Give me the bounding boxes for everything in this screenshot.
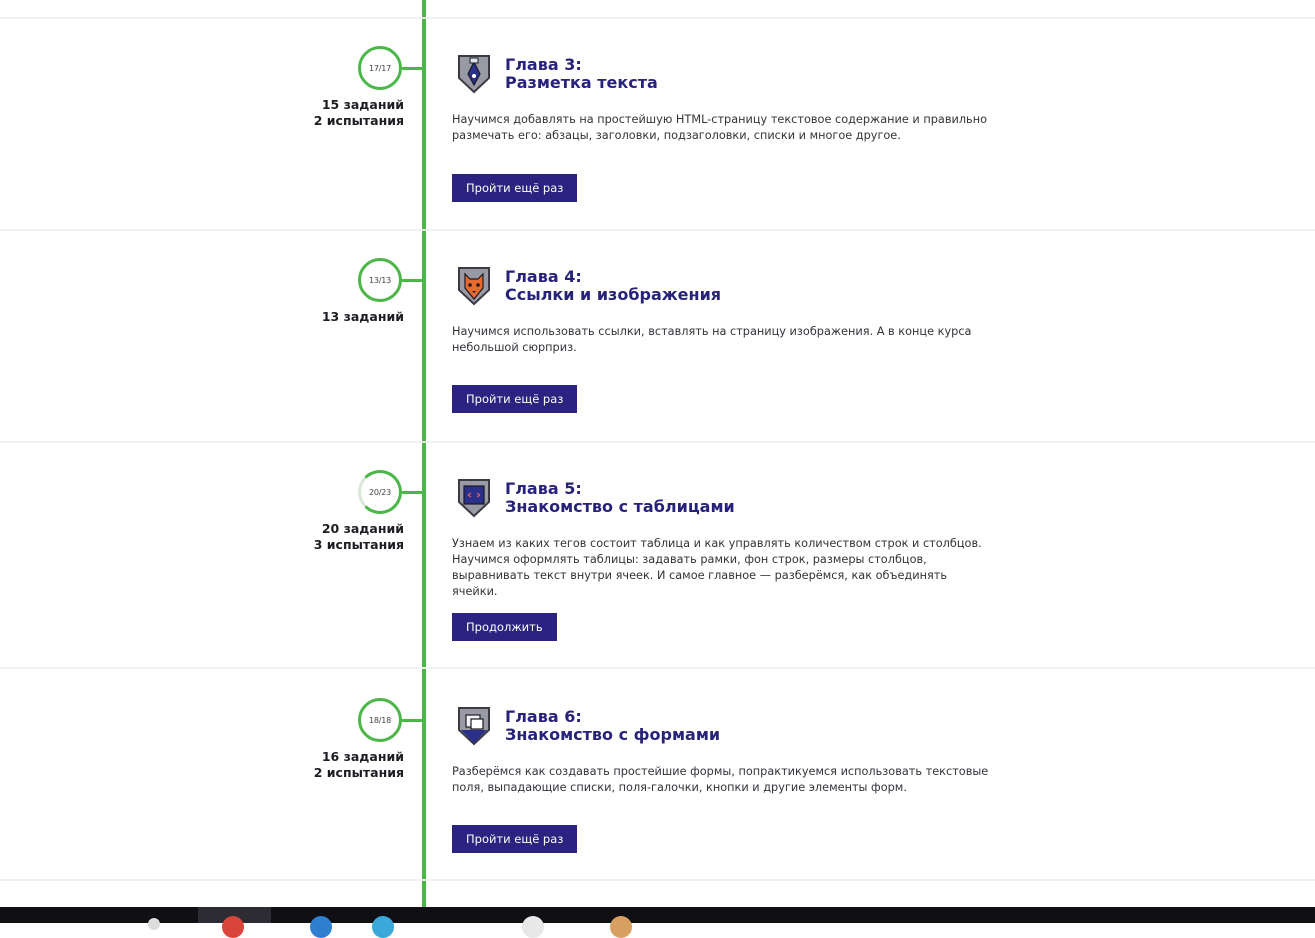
tests-count: 3 испытания bbox=[313, 537, 404, 552]
section-divider bbox=[0, 667, 1315, 669]
timeline-connector bbox=[402, 719, 422, 722]
table-icon bbox=[458, 479, 490, 518]
forms-icon bbox=[458, 707, 490, 746]
chapter-stats: 13 заданий bbox=[322, 309, 404, 325]
chapter-name: Знакомство с формами bbox=[505, 725, 721, 744]
retry-button[interactable]: Пройти ещё раз bbox=[452, 174, 578, 202]
tests-count: 2 испытания bbox=[313, 765, 404, 780]
browser-icon bbox=[222, 916, 244, 938]
chapter-name: Знакомство с таблицами bbox=[505, 497, 735, 516]
timeline-line bbox=[422, 0, 426, 907]
timeline-connector bbox=[402, 491, 422, 494]
progress-circle: 17/17 bbox=[358, 46, 402, 90]
chapter-description: Научимся использовать ссылки, вставлять … bbox=[452, 325, 972, 354]
chapter-number: Глава 6: bbox=[505, 707, 582, 726]
taskbar-active-app[interactable] bbox=[198, 907, 271, 938]
chapter-stats: 20 заданий 3 испытания bbox=[314, 521, 404, 553]
continue-button[interactable]: Продолжить bbox=[452, 613, 557, 641]
progress-circle: 20/23 bbox=[358, 470, 402, 514]
timeline-connector bbox=[402, 279, 422, 282]
chapter-title: Глава 3: Разметка текста bbox=[505, 56, 658, 92]
chapter-description: Научимся добавлять на простейшую HTML-ст… bbox=[452, 113, 988, 142]
app-icon[interactable] bbox=[148, 918, 160, 930]
progress-circle: 13/13 bbox=[358, 258, 402, 302]
cat-icon bbox=[458, 267, 490, 306]
section-divider bbox=[0, 229, 1315, 231]
chapter-number: Глава 4: bbox=[505, 267, 582, 286]
retry-button[interactable]: Пройти ещё раз bbox=[452, 385, 578, 413]
progress-circle: 18/18 bbox=[358, 698, 402, 742]
app-icon[interactable] bbox=[610, 916, 632, 938]
chapter-name: Разметка текста bbox=[505, 73, 658, 92]
chapter-title: Глава 5: Знакомство с таблицами bbox=[505, 480, 735, 516]
section-divider bbox=[0, 441, 1315, 443]
section-divider bbox=[0, 879, 1315, 881]
chapter-stats: 16 заданий 2 испытания bbox=[314, 749, 404, 781]
tasks-count: 20 заданий bbox=[321, 521, 404, 536]
chapter-title: Глава 6: Знакомство с формами bbox=[505, 708, 720, 744]
chapter-name: Ссылки и изображения bbox=[505, 285, 722, 304]
section-divider bbox=[0, 17, 1315, 19]
app-icon[interactable] bbox=[372, 916, 394, 938]
retry-button[interactable]: Пройти ещё раз bbox=[452, 825, 578, 853]
tests-count: 2 испытания bbox=[313, 113, 404, 128]
tasks-count: 16 заданий bbox=[321, 749, 404, 764]
app-icon[interactable] bbox=[522, 916, 544, 938]
pen-nib-icon bbox=[458, 55, 490, 94]
app-icon[interactable] bbox=[310, 916, 332, 938]
tasks-count: 15 заданий bbox=[321, 97, 404, 112]
chapter-stats: 15 заданий 2 испытания bbox=[314, 97, 404, 129]
taskbar bbox=[0, 907, 1315, 938]
chapter-description: Узнаем из каких тегов состоит таблица и … bbox=[452, 537, 982, 598]
timeline-connector bbox=[402, 67, 422, 70]
chapter-description: Разберёмся как создавать простейшие форм… bbox=[452, 765, 989, 794]
chapter-title: Глава 4: Ссылки и изображения bbox=[505, 268, 721, 304]
chapter-number: Глава 3: bbox=[505, 55, 582, 74]
tasks-count: 13 заданий bbox=[321, 309, 404, 324]
chapter-number: Глава 5: bbox=[505, 479, 582, 498]
